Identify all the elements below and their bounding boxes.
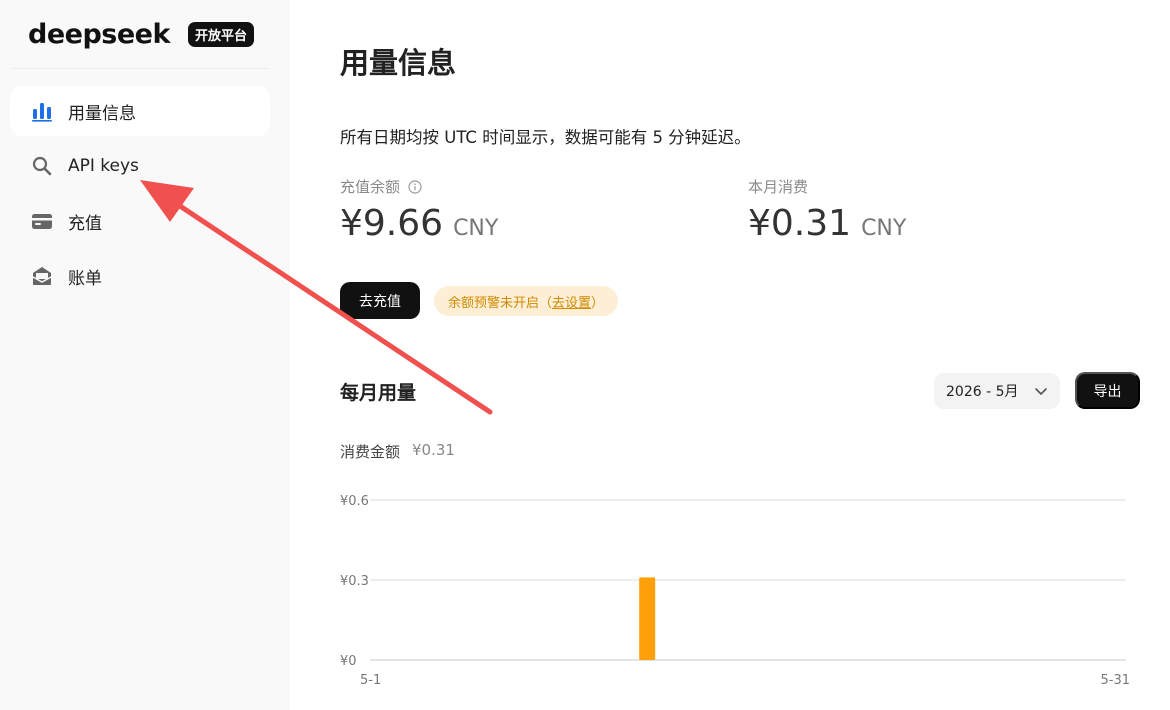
usage-chart-svg: ¥0.6 ¥0.3 ¥05-1 5-31 <box>340 494 1130 688</box>
monthly-usage-title: 每月用量 <box>340 382 417 404</box>
x-tick-label: 5-1 <box>360 673 381 688</box>
monthly-value: ¥0.31 CNY <box>748 203 906 244</box>
spend-label: 消费金额 <box>340 443 401 461</box>
alert-text: 余额预警未开启（ <box>448 295 553 311</box>
usage-bar[interactable] <box>639 577 656 660</box>
sidebar-item-usage[interactable]: 用量信息 <box>10 86 270 136</box>
sidebar-item-bills[interactable]: 账单 <box>10 251 270 301</box>
balance-value: ¥9.66 CNY <box>340 203 498 244</box>
x-tick-label: 5-31 <box>1100 673 1130 688</box>
y-tick-label: ¥0.3 <box>340 574 369 589</box>
month-select-value: 2026 - 5月 <box>946 384 1019 400</box>
monthly-label: 本月消费 <box>748 178 809 196</box>
balance-alert-pill: 余额预警未开启（ 去设置 ） <box>434 286 619 316</box>
sidebar-bottom-item[interactable] <box>36 704 126 710</box>
logo-text: deepseek <box>28 18 170 50</box>
balance-stat: 充值余额 ¥9.66 CNY <box>340 176 498 244</box>
sidebar-divider <box>12 68 270 69</box>
bill-icon <box>30 264 54 288</box>
info-icon[interactable] <box>408 179 422 194</box>
wallet-icon <box>30 209 54 233</box>
spend-value: ¥0.31 <box>412 441 455 459</box>
y-tick-label: ¥0.6 <box>340 494 369 509</box>
alert-settings-link[interactable]: 去设置 <box>552 292 591 311</box>
spend-summary: 消费金额 ¥0.31 <box>340 441 455 462</box>
export-button[interactable]: 导出 <box>1075 372 1140 409</box>
monthly-spend-stat: 本月消费 ¥0.31 CNY <box>748 176 906 244</box>
page-title: 用量信息 <box>340 46 457 80</box>
search-key-icon <box>30 154 54 178</box>
main-content: 用量信息 所有日期均按 UTC 时间显示，数据可能有 5 分钟延迟。 充值余额 … <box>290 0 1170 710</box>
recharge-button[interactable]: 去充值 <box>340 282 420 319</box>
sidebar-item-label: API keys <box>68 156 139 176</box>
monthly-unit: CNY <box>861 216 907 241</box>
logo[interactable]: deepseek 开放平台 <box>28 18 254 50</box>
sidebar-item-recharge[interactable]: 充值 <box>10 196 270 246</box>
chevron-down-icon <box>1034 384 1048 398</box>
platform-badge: 开放平台 <box>187 21 254 47</box>
alert-suffix: ） <box>591 295 605 311</box>
sidebar-item-label: 账单 <box>68 268 102 289</box>
balance-label-text: 充值余额 <box>340 178 401 196</box>
monthly-amount: ¥0.31 <box>748 203 852 244</box>
utc-notice: 所有日期均按 UTC 时间显示，数据可能有 5 分钟延迟。 <box>340 128 751 147</box>
usage-chart: ¥0.6 ¥0.3 ¥0 5-1 5-31 <box>330 480 1170 710</box>
balance-amount: ¥9.66 <box>340 203 444 244</box>
balance-unit: CNY <box>453 216 499 241</box>
y-tick-label: ¥0 <box>340 654 357 669</box>
sidebar-item-label: 充值 <box>68 213 102 234</box>
sidebar-item-label: 用量信息 <box>68 103 136 124</box>
month-select[interactable]: 2026 - 5月 <box>934 373 1060 409</box>
balance-label: 充值余额 <box>340 176 498 197</box>
sidebar: deepseek 开放平台 用量信息 API keys 充值 账单 <box>0 0 290 710</box>
bar-chart-icon <box>30 99 54 123</box>
sidebar-item-api-keys[interactable]: API keys <box>10 141 270 191</box>
